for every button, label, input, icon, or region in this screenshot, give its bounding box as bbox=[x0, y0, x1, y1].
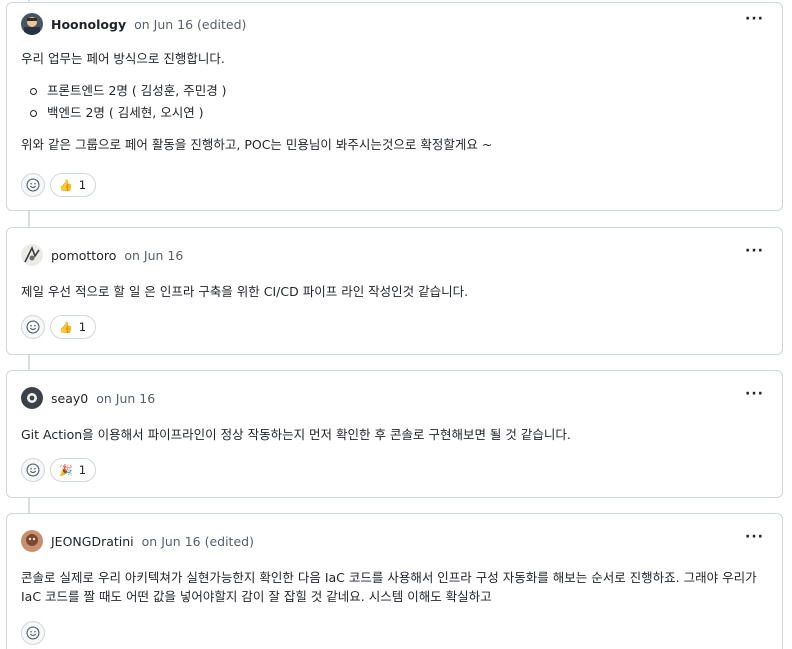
comment-header: Hoonology on Jun 16 (edited) bbox=[21, 12, 246, 36]
comment-paragraph: 위와 같은 그룹으로 페어 활동을 진행하고, POC는 민용님이 봐주시는것으… bbox=[21, 137, 493, 152]
comment-timestamp[interactable]: on Jun 16 bbox=[124, 248, 183, 263]
avatar[interactable] bbox=[21, 13, 43, 35]
reaction-count: 1 bbox=[78, 320, 87, 334]
author-name[interactable]: pomottoro bbox=[51, 248, 116, 263]
tada-icon: 🎉 bbox=[59, 463, 73, 477]
reactions-bar: 👍 1 bbox=[21, 173, 97, 197]
comment-card: Hoonology on Jun 16 (edited) ··· 우리 업무는 … bbox=[6, 2, 783, 211]
comment-header: pomottoro on Jun 16 bbox=[21, 243, 183, 267]
list-item: 프론트엔드 2명 ( 김성훈, 주민경 ) bbox=[30, 80, 768, 102]
smiley-icon[interactable] bbox=[21, 315, 45, 339]
smiley-icon[interactable] bbox=[21, 458, 45, 482]
comment-paragraph: 우리 업무는 페어 방식으로 진행합니다. bbox=[21, 51, 225, 66]
reactions-bar bbox=[21, 621, 50, 645]
list-item: 백엔드 2명 ( 김세현, 오시연 ) bbox=[30, 102, 768, 124]
reaction-thumbs-up[interactable]: 👍 1 bbox=[50, 173, 97, 197]
comment-paragraph: Git Action을 이용해서 파이프라인이 정상 작동하는지 먼저 확인한 … bbox=[21, 427, 571, 442]
reaction-thumbs-up[interactable]: 👍 1 bbox=[50, 315, 97, 339]
avatar[interactable] bbox=[21, 387, 43, 409]
avatar[interactable] bbox=[21, 244, 43, 266]
comment-header: JEONGDratini on Jun 16 (edited) bbox=[21, 529, 254, 553]
comment-timestamp[interactable]: on Jun 16 bbox=[96, 391, 155, 406]
kebab-horizontal-icon[interactable]: ··· bbox=[745, 387, 764, 401]
author-name[interactable]: JEONGDratini bbox=[51, 534, 134, 549]
comment-body: 우리 업무는 페어 방식으로 진행합니다. 프론트엔드 2명 ( 김성훈, 주민… bbox=[21, 49, 768, 154]
smiley-icon[interactable] bbox=[21, 621, 45, 645]
reaction-count: 1 bbox=[78, 178, 87, 192]
thumbs-up-icon: 👍 bbox=[59, 178, 73, 192]
comment-body: 콘솔로 실제로 우리 아키텍쳐가 실현가능한지 확인한 다음 IaC 코드를 사… bbox=[21, 568, 772, 606]
comment-timestamp[interactable]: on Jun 16 (edited) bbox=[134, 17, 246, 32]
reactions-bar: 👍 1 bbox=[21, 315, 97, 339]
comment-body: 제일 우선 적으로 할 일 은 인프라 구축을 위한 CI/CD 파이프 라인 … bbox=[21, 282, 768, 301]
comment-timestamp[interactable]: on Jun 16 (edited) bbox=[142, 534, 254, 549]
reaction-tada[interactable]: 🎉 1 bbox=[50, 458, 97, 482]
smiley-icon[interactable] bbox=[21, 173, 45, 197]
kebab-horizontal-icon[interactable]: ··· bbox=[745, 244, 764, 258]
comment-card: JEONGDratini on Jun 16 (edited) ··· 콘솔로 … bbox=[6, 513, 783, 649]
kebab-horizontal-icon[interactable]: ··· bbox=[745, 530, 764, 544]
comment-paragraph: 제일 우선 적으로 할 일 은 인프라 구축을 위한 CI/CD 파이프 라인 … bbox=[21, 284, 469, 299]
comment-card: seay0 on Jun 16 ··· Git Action을 이용해서 파이프… bbox=[6, 370, 783, 498]
reactions-bar: 🎉 1 bbox=[21, 458, 97, 482]
comment-list: 프론트엔드 2명 ( 김성훈, 주민경 ) 백엔드 2명 ( 김세현, 오시연 … bbox=[21, 80, 768, 124]
kebab-horizontal-icon[interactable]: ··· bbox=[745, 12, 764, 26]
comment-header: seay0 on Jun 16 bbox=[21, 386, 155, 410]
comment-body: Git Action을 이용해서 파이프라인이 정상 작동하는지 먼저 확인한 … bbox=[21, 425, 768, 444]
author-name[interactable]: Hoonology bbox=[51, 17, 126, 32]
thumbs-up-icon: 👍 bbox=[59, 320, 73, 334]
discussion-thread: Hoonology on Jun 16 (edited) ··· 우리 업무는 … bbox=[0, 0, 792, 649]
reaction-count: 1 bbox=[78, 463, 87, 477]
comment-card: pomottoro on Jun 16 ··· 제일 우선 적으로 할 일 은 … bbox=[6, 227, 783, 355]
avatar[interactable] bbox=[21, 530, 43, 552]
comment-paragraph: 콘솔로 실제로 우리 아키텍쳐가 실현가능한지 확인한 다음 IaC 코드를 사… bbox=[21, 570, 757, 604]
author-name[interactable]: seay0 bbox=[51, 391, 88, 406]
